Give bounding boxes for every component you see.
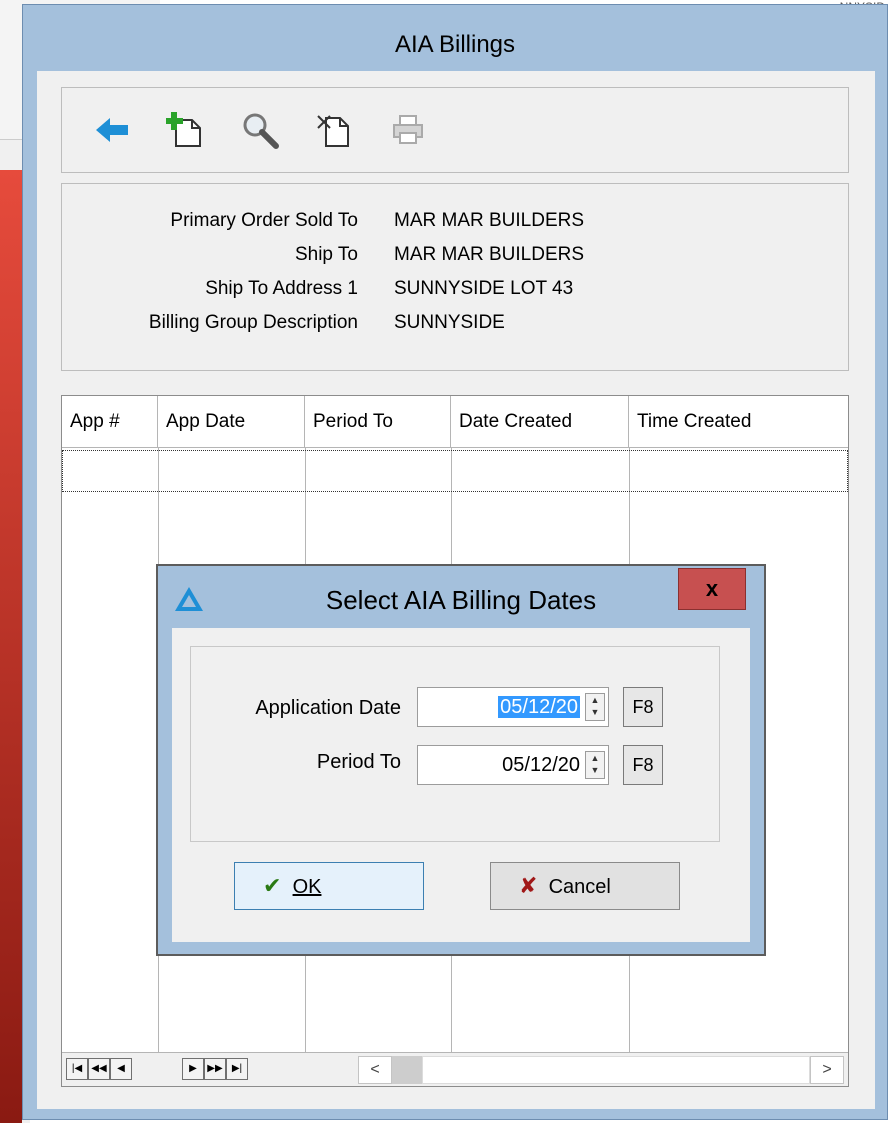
period-to-value: 05/12/20 [502, 754, 580, 776]
nav-last-button[interactable]: ▶| [226, 1058, 248, 1080]
column-header-app-date[interactable]: App Date [158, 396, 305, 448]
checkmark-icon: ✔ [263, 873, 282, 898]
application-date-label: Application Date [255, 697, 401, 719]
ship-to-value: MAR MAR BUILDERS [394, 244, 585, 265]
ship-to-address1-value: SUNNYSIDE LOT 43 [394, 278, 574, 299]
add-new-icon[interactable] [164, 108, 208, 152]
cancel-x-icon: ✘ [519, 873, 538, 898]
nav-next-page-button[interactable]: ▶▶ [204, 1058, 226, 1080]
dialog-title: Select AIA Billing Dates [325, 585, 597, 615]
application-date-value: 05/12/20 [498, 696, 580, 718]
column-header-app-number[interactable]: App # [62, 396, 158, 448]
print-icon[interactable] [386, 108, 430, 152]
search-icon[interactable] [238, 108, 282, 152]
window-title: AIA Billings [394, 31, 516, 58]
ship-to-label: Ship To [294, 244, 358, 265]
application-date-input[interactable]: 05/12/20 ▲ ▼ [417, 687, 609, 727]
table-row[interactable] [62, 450, 848, 492]
select-aia-billing-dates-dialog: Select AIA Billing Dates x Application D… [156, 564, 766, 956]
billing-group-description-label: Billing Group Description [148, 312, 358, 333]
order-info-panel: Primary Order Sold To MAR MAR BUILDERS S… [61, 183, 849, 371]
scroll-track[interactable] [422, 1056, 810, 1084]
grid-header: App # App Date Period To Date Created Ti… [62, 396, 848, 448]
horizontal-scrollbar[interactable]: < > [328, 1056, 844, 1084]
scroll-right-icon[interactable]: > [810, 1056, 844, 1084]
background-app-sidebar [0, 170, 22, 1123]
spinner-icon[interactable]: ▲ ▼ [585, 751, 605, 779]
period-to-f8-button[interactable]: F8 [623, 745, 663, 785]
billing-group-description-value: SUNNYSIDE [394, 312, 505, 333]
scroll-thumb[interactable] [392, 1056, 422, 1084]
grid-navigator: |◀ ◀◀ ◀ ▶ ▶▶ ▶| < > [62, 1052, 848, 1086]
nav-next-button[interactable]: ▶ [182, 1058, 204, 1080]
nav-first-button[interactable]: |◀ [66, 1058, 88, 1080]
toolbar [61, 87, 849, 173]
period-to-label: Period To [316, 751, 401, 773]
column-header-time-created[interactable]: Time Created [629, 396, 848, 448]
nav-prev-page-button[interactable]: ◀◀ [88, 1058, 110, 1080]
back-arrow-icon[interactable] [90, 108, 134, 152]
primary-order-sold-to-label: Primary Order Sold To [170, 210, 358, 231]
period-to-input[interactable]: 05/12/20 ▲ ▼ [417, 745, 609, 785]
cancel-button[interactable]: ✘ Cancel [490, 862, 680, 910]
delete-icon[interactable] [312, 108, 356, 152]
column-header-date-created[interactable]: Date Created [451, 396, 629, 448]
close-button[interactable]: x [678, 568, 746, 610]
dates-group: Application Date 05/12/20 ▲ ▼ F8 Period T… [190, 646, 720, 842]
spinner-icon[interactable]: ▲ ▼ [585, 693, 605, 721]
dialog-client-area: Application Date 05/12/20 ▲ ▼ F8 Period T… [172, 628, 750, 942]
column-header-period-to[interactable]: Period To [305, 396, 451, 448]
nav-prev-button[interactable]: ◀ [110, 1058, 132, 1080]
ok-button[interactable]: ✔ OK [234, 862, 424, 910]
scroll-left-icon[interactable]: < [358, 1056, 392, 1084]
primary-order-sold-to-value: MAR MAR BUILDERS [394, 210, 585, 231]
ship-to-address1-label: Ship To Address 1 [205, 278, 358, 299]
application-date-f8-button[interactable]: F8 [623, 687, 663, 727]
